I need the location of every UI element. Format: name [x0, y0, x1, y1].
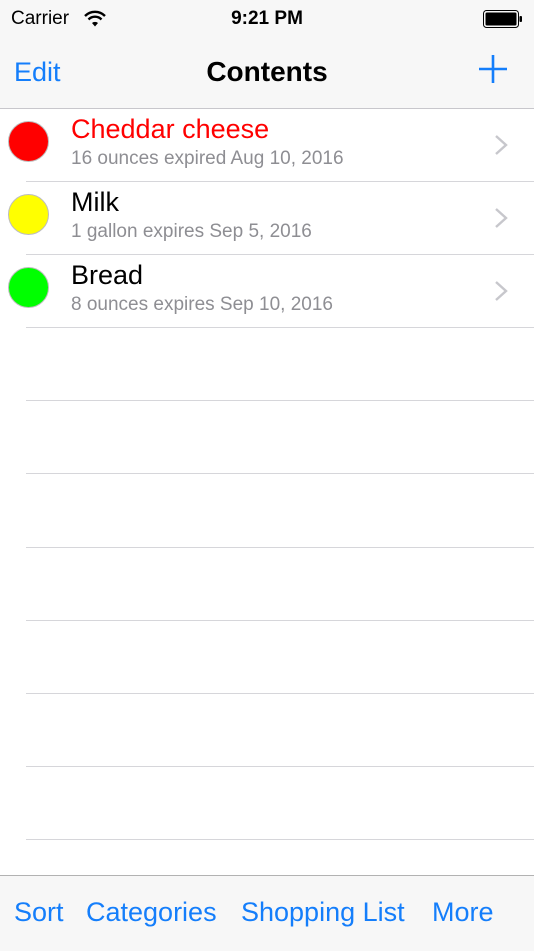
item-name: Cheddar cheese — [71, 114, 270, 144]
empty-row — [0, 474, 534, 548]
page-title: Contents — [206, 56, 328, 87]
empty-row — [0, 548, 534, 621]
shopping-list-button[interactable]: Shopping List — [241, 897, 405, 928]
chevron-right-icon — [494, 280, 508, 307]
status-dot — [8, 121, 49, 162]
list-item[interactable]: Cheddar cheese 16 ounces expired Aug 10,… — [0, 109, 534, 182]
navigation-bar: Edit Contents — [0, 38, 534, 109]
categories-button[interactable]: Categories — [86, 897, 217, 928]
status-dot — [8, 194, 49, 235]
empty-row — [0, 767, 534, 841]
clock: 9:21 PM — [231, 8, 303, 29]
item-detail: 16 ounces expired Aug 10, 2016 — [71, 148, 344, 169]
chevron-right-icon — [494, 207, 508, 234]
item-name: Bread — [71, 260, 144, 290]
list-item[interactable]: Bread 8 ounces expires Sep 10, 2016 — [0, 255, 534, 328]
status-dot — [8, 267, 49, 308]
empty-row — [0, 328, 534, 402]
battery-icon — [483, 10, 523, 33]
empty-row — [0, 621, 534, 695]
list-item[interactable]: Milk 1 gallon expires Sep 5, 2016 — [0, 182, 534, 255]
chevron-right-icon — [494, 134, 508, 161]
item-detail: 8 ounces expires Sep 10, 2016 — [71, 294, 333, 315]
item-name: Milk — [71, 187, 119, 217]
bottom-toolbar: Sort Categories Shopping List More — [0, 875, 534, 951]
item-detail: 1 gallon expires Sep 5, 2016 — [71, 221, 312, 242]
empty-row — [0, 401, 534, 475]
plus-icon — [479, 55, 507, 83]
add-button[interactable] — [476, 52, 510, 91]
sort-button[interactable]: Sort — [14, 897, 64, 928]
status-bar: Carrier 9:21 PM — [0, 0, 534, 38]
more-button[interactable]: More — [432, 897, 494, 928]
contents-list: Cheddar cheese 16 ounces expired Aug 10,… — [0, 109, 534, 841]
empty-row — [0, 694, 534, 768]
